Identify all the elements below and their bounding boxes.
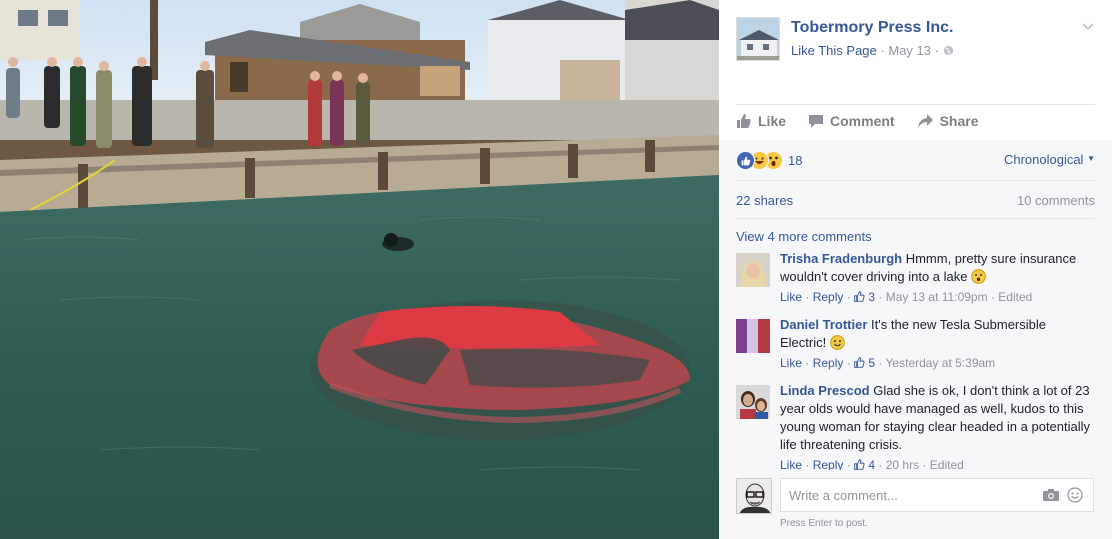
- comment-reply-link[interactable]: Reply: [813, 458, 844, 470]
- post-actions: Like Comment Share: [736, 113, 1095, 129]
- commenter-name[interactable]: Trisha Fradenburgh: [780, 251, 902, 266]
- like-button[interactable]: Like: [736, 113, 786, 129]
- shares-link[interactable]: 22 shares: [736, 193, 793, 208]
- like-label: Like: [758, 113, 787, 129]
- comment-reply-link[interactable]: Reply: [813, 356, 844, 370]
- page-name[interactable]: Tobermory Press Inc.: [791, 19, 953, 37]
- surprised-face-icon: [971, 269, 987, 284]
- like-count: 5: [868, 356, 876, 370]
- current-user-avatar[interactable]: [736, 478, 772, 514]
- smiley-icon[interactable]: [1067, 487, 1083, 508]
- sort-label: Chronological: [1003, 152, 1084, 167]
- thumbs-up-icon: [737, 114, 751, 128]
- meta-separator: ·: [880, 43, 885, 58]
- comment-time[interactable]: May 13 at 11:09pm: [886, 290, 988, 304]
- comment-like-count[interactable]: 4: [854, 458, 875, 470]
- caret-down-icon: ▼: [1087, 154, 1095, 163]
- comment-reply-link[interactable]: Reply: [813, 290, 844, 304]
- comment-like-link[interactable]: Like: [780, 458, 802, 470]
- comment: Linda Prescod Glad she is ok, I don't th…: [736, 382, 1095, 470]
- commenter-name[interactable]: Linda Prescod: [780, 383, 870, 398]
- thumbs-up-icon: [854, 291, 865, 302]
- divider: [736, 218, 1095, 219]
- share-arrow-icon: [917, 114, 933, 128]
- smiley-icon: [829, 335, 845, 350]
- thumbs-up-icon: [854, 459, 865, 470]
- like-count: 4: [868, 458, 876, 470]
- reactions-summary[interactable]: 18: [736, 151, 802, 170]
- comment-like-link[interactable]: Like: [780, 356, 802, 370]
- comment-composer: Write a comment...: [736, 478, 1095, 514]
- meta-separator: ·: [934, 43, 939, 58]
- avatar[interactable]: [736, 319, 770, 353]
- avatar[interactable]: [736, 385, 770, 419]
- photo-submerged-car: [0, 0, 719, 539]
- comment-input-placeholder: Write a comment...: [789, 488, 898, 503]
- comment-footer: Like · Reply · 3 · May 13 at 11:09pm · E…: [780, 290, 1033, 304]
- edited-label[interactable]: Edited: [930, 458, 964, 470]
- thumbs-up-icon: [854, 357, 865, 368]
- commenter-name[interactable]: Daniel Trottier: [780, 317, 867, 332]
- like-page-link[interactable]: Like This Page: [791, 43, 877, 58]
- comment-footer: Like · Reply · 5 · Yesterday at 5:39am: [780, 356, 996, 370]
- comments-count: 10 comments: [1016, 193, 1095, 208]
- post-meta: Like This Page · May 13 ·: [791, 43, 954, 58]
- divider: [736, 104, 1095, 105]
- sort-dropdown[interactable]: Chronological ▼: [1004, 152, 1095, 167]
- speech-bubble-icon: [809, 115, 824, 128]
- share-button[interactable]: Share: [917, 113, 979, 129]
- comment-time[interactable]: 20 hrs: [886, 458, 919, 470]
- press-enter-hint: Press Enter to post.: [780, 518, 868, 529]
- view-more-comments-link[interactable]: View 4 more comments: [736, 229, 872, 244]
- comment-button[interactable]: Comment: [808, 113, 895, 129]
- divider: [736, 180, 1095, 181]
- comment-list: Trisha Fradenburgh Hmmm, pretty sure ins…: [736, 250, 1095, 470]
- avatar[interactable]: [736, 253, 770, 287]
- comment-input[interactable]: Write a comment...: [780, 478, 1094, 512]
- comment: Daniel Trottier It's the new Tesla Subme…: [736, 316, 1095, 371]
- comment-time[interactable]: Yesterday at 5:39am: [886, 356, 996, 370]
- globe-icon: [943, 45, 953, 56]
- comment-body: Trisha Fradenburgh Hmmm, pretty sure ins…: [780, 250, 1095, 286]
- comment-like-count[interactable]: 5: [854, 356, 875, 370]
- post-side-panel: Tobermory Press Inc. Like This Page · Ma…: [719, 0, 1112, 539]
- share-label: Share: [939, 113, 979, 129]
- post-date[interactable]: May 13: [888, 43, 931, 58]
- comment-like-link[interactable]: Like: [780, 290, 802, 304]
- page-avatar[interactable]: [736, 17, 780, 61]
- post-photo[interactable]: [0, 0, 719, 539]
- comment-body: Daniel Trottier It's the new Tesla Subme…: [780, 316, 1095, 352]
- comment: Trisha Fradenburgh Hmmm, pretty sure ins…: [736, 250, 1095, 305]
- camera-icon[interactable]: [1043, 488, 1059, 506]
- comment-body: Linda Prescod Glad she is ok, I don't th…: [780, 382, 1095, 454]
- like-count: 3: [868, 290, 876, 304]
- edited-label[interactable]: Edited: [998, 290, 1032, 304]
- like-reaction-icon: [736, 151, 755, 170]
- chevron-down-icon[interactable]: [1082, 20, 1094, 34]
- reaction-count[interactable]: 18: [788, 153, 802, 168]
- comment-footer: Like · Reply · 4 · 20 hrs · Edited: [780, 458, 964, 470]
- comment-like-count[interactable]: 3: [854, 290, 875, 304]
- comment-label: Comment: [830, 113, 895, 129]
